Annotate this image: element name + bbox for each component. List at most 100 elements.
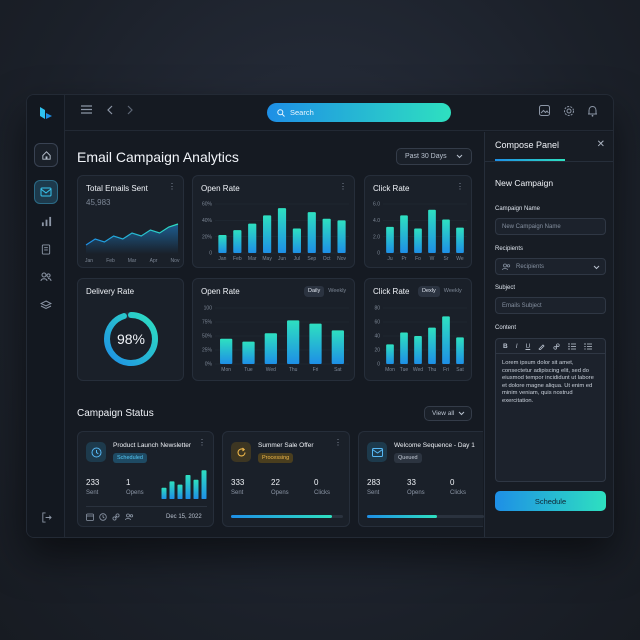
- x-tick-label: Sat: [456, 367, 464, 373]
- bar: [337, 220, 346, 253]
- editor-toolbar: B I U: [496, 339, 605, 354]
- more-icon[interactable]: ⋮: [198, 439, 206, 447]
- campaign-name: Summer Sale Offer: [258, 442, 314, 449]
- view-all-dropdown[interactable]: View all: [424, 406, 472, 421]
- open-rate-chart: 60% 40% 20% 0 Jan Feb Mar May Jun Jul Sep Oct Nov: [202, 202, 349, 262]
- bar: [287, 320, 300, 364]
- italic-button[interactable]: I: [516, 343, 518, 350]
- toggle-weekly[interactable]: Weekly: [324, 286, 350, 297]
- opens-label: Opens: [126, 490, 144, 496]
- campaign-name: Welcome Sequence - Day 1: [394, 442, 475, 449]
- progress-bar: [231, 515, 343, 518]
- link-icon[interactable]: [553, 342, 560, 350]
- layers-icon: [40, 299, 52, 309]
- x-tick-label: Thu: [289, 367, 298, 373]
- date-range-label: Past 30 Days: [405, 153, 447, 160]
- bell-icon[interactable]: [587, 105, 598, 117]
- recipients-select[interactable]: Recipients: [495, 258, 606, 275]
- search-input[interactable]: Search: [267, 103, 451, 122]
- users-icon[interactable]: [125, 513, 134, 521]
- date-range-dropdown[interactable]: Past 30 Days: [396, 148, 472, 165]
- campaign-card[interactable]: Summer Sale Offer ⋮ Processing 333 Sent …: [222, 431, 350, 527]
- calendar-icon[interactable]: [86, 513, 94, 521]
- sidebar-item-email[interactable]: [34, 180, 58, 204]
- campaign-card[interactable]: Product Launch Newsletter ⋮ Scheduled 23…: [77, 431, 214, 527]
- toggle-daily[interactable]: Daily: [304, 286, 325, 297]
- y-tick-label: 2.0: [373, 234, 380, 240]
- mini-bar: [161, 487, 167, 499]
- bar: [307, 212, 316, 253]
- open-rate-card: Open Rate ⋮ 60% 40% 20% 0 Jan Feb Mar May Jun Jul…: [192, 175, 355, 268]
- gear-icon[interactable]: [563, 105, 575, 117]
- bar: [428, 209, 436, 253]
- y-tick-label: 6.0: [373, 202, 380, 208]
- x-tick-label: Tue: [400, 367, 409, 373]
- more-icon[interactable]: ⋮: [339, 183, 347, 191]
- image-icon[interactable]: [539, 105, 550, 116]
- bar: [292, 228, 301, 253]
- clicks-label: Clicks: [314, 490, 330, 496]
- more-icon[interactable]: ⋮: [168, 183, 176, 191]
- toggle-weekly[interactable]: Weekly: [440, 286, 466, 297]
- x-tick-label: Mon: [221, 367, 231, 373]
- underline-button[interactable]: U: [526, 343, 531, 350]
- y-tick-label: 0%: [205, 362, 213, 368]
- bar: [442, 219, 450, 253]
- bar: [428, 327, 436, 364]
- area-fill: [86, 224, 178, 254]
- bulleted-list-icon[interactable]: [568, 342, 577, 350]
- toggle-daily[interactable]: Dexly: [418, 286, 440, 297]
- clock-icon[interactable]: [99, 513, 107, 521]
- x-tick-label: Sr: [444, 256, 449, 262]
- back-arrow-icon[interactable]: [107, 105, 113, 115]
- sidebar-item-layers[interactable]: [34, 293, 58, 317]
- content-editor[interactable]: B I U Lorem ipsum dolor sit amet, consec…: [495, 338, 606, 482]
- section-title: Campaign Status: [77, 408, 154, 419]
- forward-arrow-icon[interactable]: [127, 105, 133, 115]
- logo-icon: [40, 107, 52, 119]
- status-badge: Processing: [258, 453, 294, 463]
- bar: [264, 333, 277, 364]
- campaign-card[interactable]: Welcome Sequence - Day 1 Queued 283 Sent…: [358, 431, 484, 527]
- sidebar-item-home[interactable]: [34, 143, 58, 167]
- y-tick-label: 4.0: [373, 218, 380, 224]
- x-tick-label: Mar: [248, 256, 257, 262]
- sidebar-item-logout[interactable]: [34, 505, 58, 529]
- bar: [400, 215, 408, 253]
- x-tick-label: We: [456, 256, 464, 262]
- sent-value: 233: [86, 478, 100, 487]
- x-tick-label: Mar: [128, 258, 137, 264]
- x-tick-label: May: [262, 256, 272, 262]
- users-icon: [502, 263, 511, 270]
- mail-icon: [40, 187, 52, 197]
- sidebar-item-contacts[interactable]: [34, 265, 58, 289]
- x-tick-label: Fo: [415, 256, 421, 262]
- bar: [386, 344, 394, 364]
- close-icon[interactable]: ✕: [597, 139, 605, 150]
- click-rate-daily-card: Click Rate Dexly Weekly 80 60 40 20 0 Mon Tue W…: [364, 278, 472, 381]
- app-window: Search ▼ Email Campaign Analytics Past 3…: [26, 94, 614, 538]
- sidebar-item-analytics[interactable]: [34, 209, 58, 233]
- menu-icon[interactable]: [81, 105, 92, 114]
- bar: [242, 341, 255, 364]
- paint-icon[interactable]: [538, 343, 545, 350]
- divider: [86, 506, 207, 507]
- chevron-down-icon: [458, 411, 465, 416]
- link-icon[interactable]: [112, 513, 120, 521]
- click-rate-chart: 6.0 4.0 2.0 0 Ju Pr Fo W Sr We: [373, 202, 467, 262]
- campaign-name-field[interactable]: New Campaign Name: [495, 218, 606, 235]
- y-tick-label: 80: [374, 306, 380, 312]
- schedule-button[interactable]: Schedule: [495, 491, 606, 511]
- more-icon[interactable]: ⋮: [456, 183, 464, 191]
- bold-button[interactable]: B: [503, 343, 508, 350]
- content-text[interactable]: Lorem ipsum dolor sit amet, consectetur …: [496, 354, 605, 412]
- mini-bar: [177, 484, 183, 499]
- x-tick-label: Jul: [294, 256, 300, 262]
- y-tick-label: 0: [377, 362, 380, 368]
- open-rate-daily-card: Open Rate Daily Weekly 100 75% 50% 25% 0% Mon…: [192, 278, 355, 381]
- view-all-label: View all: [432, 410, 455, 417]
- sidebar-item-templates[interactable]: [34, 237, 58, 261]
- subject-field[interactable]: Emails Subject: [495, 297, 606, 314]
- more-icon[interactable]: ⋮: [334, 439, 342, 447]
- numbered-list-icon[interactable]: [584, 342, 593, 350]
